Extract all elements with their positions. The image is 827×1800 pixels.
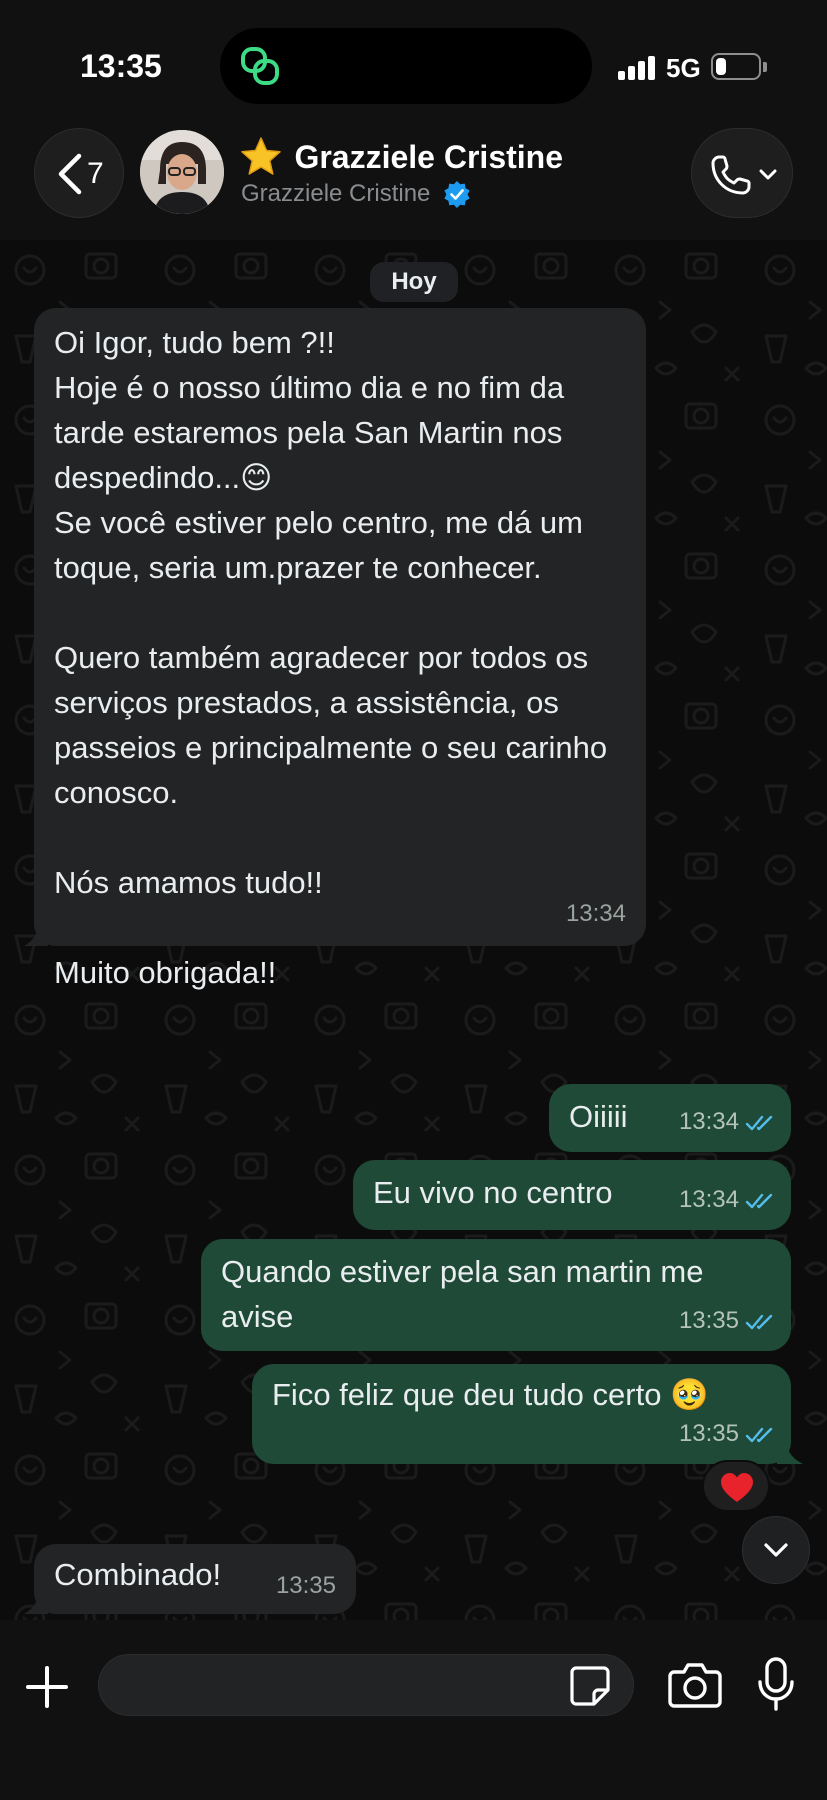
message-timestamp: 13:34: [565, 900, 626, 927]
cellular-signal-icon: [618, 56, 658, 80]
chat-header: 7 Grazziele Cristine Grazziele Cristine: [0, 120, 827, 240]
verified-badge-icon: [444, 181, 470, 208]
message-incoming[interactable]: Oi Igor, tudo bem ?!! Hoje é o nosso últ…: [24, 308, 646, 990]
read-receipt-icon: [745, 1427, 773, 1442]
read-receipt-icon: [745, 1314, 773, 1329]
read-receipt-icon: [745, 1115, 773, 1130]
dynamic-island: [220, 28, 592, 104]
chat-area[interactable]: Hoy Oi Igor, tudo bem ?!! Hoje é o nosso…: [0, 240, 827, 1620]
contact-name: Grazziele Cristine: [294, 138, 563, 175]
message-text: Oi Igor, tudo bem ?!! Hoje é o nosso últ…: [54, 325, 608, 990]
contact-name-row[interactable]: Grazziele Cristine: [240, 136, 563, 180]
contact-avatar[interactable]: [140, 130, 224, 214]
message-outgoing[interactable]: Fico feliz que deu tudo certo 🥹 13:35: [252, 1364, 803, 1464]
message-reaction[interactable]: [702, 1460, 770, 1512]
date-separator: Hoy: [370, 262, 458, 302]
status-bar: 13:35 5G: [0, 0, 827, 120]
message-outgoing[interactable]: Eu vivo no centro 13:34: [353, 1160, 791, 1230]
red-heart-icon: [721, 1473, 753, 1502]
message-meta: 13:34: [679, 1177, 777, 1222]
message-text: Oiiiii: [569, 1099, 628, 1134]
message-outgoing[interactable]: Oiiiii 13:34: [549, 1084, 791, 1152]
microphone-icon[interactable]: [756, 1656, 796, 1712]
star-icon: [241, 137, 281, 175]
back-button[interactable]: 7: [34, 128, 124, 218]
contact-subtitle-row[interactable]: Grazziele Cristine: [241, 180, 471, 212]
message-time: 13:34: [566, 891, 626, 936]
contact-subtitle: Grazziele Cristine: [241, 180, 431, 207]
message-meta: 13:35: [679, 1411, 777, 1456]
phone-icon: [711, 155, 751, 195]
battery-tip: [763, 62, 767, 72]
message-timestamp: 13:34: [678, 1186, 739, 1213]
message-composer: [0, 1620, 827, 1800]
bubble-tail: [777, 1442, 803, 1464]
camera-icon[interactable]: [668, 1660, 722, 1710]
call-button[interactable]: [691, 128, 793, 218]
message-outgoing[interactable]: Quando estiver pela san martin me avise …: [201, 1239, 791, 1351]
message-incoming[interactable]: Combinado! 13:35: [24, 1544, 356, 1614]
message-timestamp: 13:35: [678, 1307, 739, 1334]
message-time: 13:35: [276, 1563, 336, 1608]
message-text: Eu vivo no centro: [373, 1175, 613, 1210]
battery-icon: [711, 53, 761, 80]
unread-chats-count: 7: [87, 157, 104, 190]
message-timestamp: 13:35: [678, 1420, 739, 1447]
sticker-icon[interactable]: [568, 1664, 612, 1708]
message-input[interactable]: [98, 1654, 634, 1716]
status-time: 13:35: [80, 48, 162, 84]
message-timestamp: 13:35: [275, 1572, 336, 1599]
chevron-down-icon: [759, 169, 777, 180]
avatar-photo: [140, 130, 224, 214]
plus-icon[interactable]: [22, 1662, 72, 1712]
chevron-down-icon: [764, 1543, 788, 1557]
message-text: Combinado!: [54, 1557, 222, 1592]
message-timestamp: 13:34: [678, 1108, 739, 1135]
scroll-to-bottom-button[interactable]: [742, 1516, 810, 1584]
bubble-tail: [24, 924, 48, 946]
message-meta: 13:34: [679, 1099, 777, 1144]
link-chain-icon: [241, 47, 279, 85]
network-type: 5G: [666, 53, 701, 83]
battery-level: [716, 58, 726, 75]
bubble-tail: [24, 1592, 48, 1614]
read-receipt-icon: [745, 1193, 773, 1208]
message-meta: 13:35: [679, 1298, 777, 1343]
